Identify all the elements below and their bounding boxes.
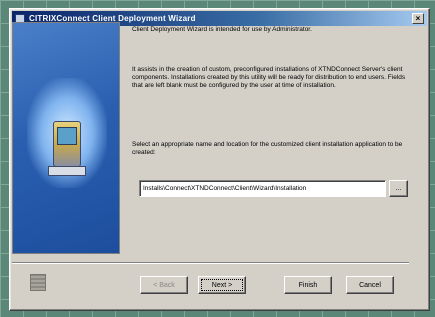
installation-path-input[interactable] bbox=[139, 180, 386, 197]
wizard-side-image bbox=[12, 22, 120, 254]
footer-divider bbox=[12, 262, 409, 264]
finish-button[interactable]: Finish bbox=[284, 276, 332, 294]
browse-button[interactable]: ... bbox=[389, 180, 408, 197]
cradle-icon bbox=[48, 166, 86, 176]
intro-text: Client Deployment Wizard is intended for… bbox=[132, 26, 312, 33]
description-text: It assists in the creation of custom, pr… bbox=[132, 66, 406, 89]
pda-screen-icon bbox=[57, 127, 77, 145]
back-button[interactable]: < Back bbox=[140, 276, 188, 294]
instruction-text: Select an appropriate name and location … bbox=[132, 141, 403, 156]
company-logo-icon bbox=[30, 274, 46, 291]
next-button[interactable]: Next > bbox=[198, 276, 246, 294]
cancel-button[interactable]: Cancel bbox=[346, 276, 394, 294]
close-button[interactable]: × bbox=[412, 13, 424, 24]
